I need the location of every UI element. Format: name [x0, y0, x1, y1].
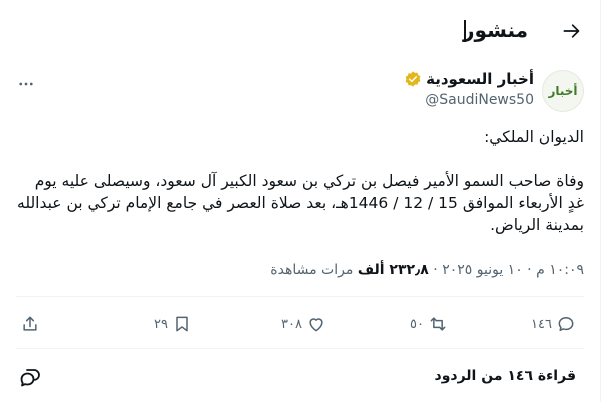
bookmark-icon	[176, 316, 188, 332]
post-text-line: الديوان الملكي:	[484, 128, 584, 146]
views-count: ٢٣٢٫٨ ألف	[357, 262, 429, 278]
views-label: مرات مشاهدة	[270, 262, 354, 278]
avatar-logo-text: أخبار	[548, 84, 578, 98]
avatar[interactable]: أخبار	[542, 70, 584, 112]
reply-count: ١٤٦	[531, 316, 552, 332]
author-handle[interactable]: @SaudiNews50	[425, 92, 534, 108]
read-replies-row[interactable]: قراءة ١٤٦ من الردود	[16, 358, 584, 398]
repost-button[interactable]: ٥٠	[410, 306, 448, 342]
share-button[interactable]	[20, 306, 40, 342]
post-text-body: وفاة صاحب السمو الأمير فيصل بن تركي بن س…	[17, 172, 584, 234]
repost-icon	[430, 317, 446, 331]
replies-bubbles-icon[interactable]	[16, 364, 44, 392]
post-date[interactable]: ١٠ يونيو ٢٠٢٥	[442, 262, 523, 278]
author-display-name[interactable]: أخبار السعودية	[426, 70, 534, 88]
reply-button[interactable]: ١٤٦	[531, 306, 576, 342]
action-bar: ١٤٦ ٥٠ ٣٠٨ ٢٩	[16, 306, 584, 342]
divider	[16, 348, 584, 349]
divider	[16, 296, 584, 297]
reply-icon	[558, 317, 574, 331]
like-button[interactable]: ٣٠٨	[281, 306, 326, 342]
page-title: منشور	[463, 18, 528, 42]
back-arrow-icon[interactable]	[560, 20, 582, 42]
header: منشور	[0, 0, 600, 62]
meta-separator: ·	[433, 262, 438, 278]
more-options-icon[interactable]	[16, 74, 36, 94]
post-author: أخبار أخبار السعودية @SaudiNews50	[16, 68, 584, 112]
heart-icon	[309, 318, 323, 332]
verified-badge-icon	[404, 70, 422, 88]
bookmark-count: ٢٩	[154, 316, 168, 332]
post-metadata: ١٠:٠٩ م · ١٠ يونيو ٢٠٢٥ · ٢٣٢٫٨ ألف مرات…	[270, 262, 584, 278]
meta-separator: ·	[527, 262, 532, 278]
read-replies-label[interactable]: قراءة ١٤٦ من الردود	[435, 368, 576, 384]
author-name-row: أخبار السعودية	[404, 70, 534, 88]
post-time[interactable]: ١٠:٠٩ م	[536, 262, 584, 278]
post-text: الديوان الملكي: وفاة صاحب السمو الأمير ف…	[16, 126, 584, 236]
repost-count: ٥٠	[410, 316, 424, 332]
bookmark-button[interactable]: ٢٩	[154, 306, 192, 342]
text-cursor	[464, 20, 466, 42]
post-detail-panel: منشور أخبار أخبار السعودية @SaudiNews50 …	[0, 0, 601, 402]
like-count: ٣٠٨	[281, 316, 302, 332]
share-icon	[23, 316, 37, 331]
